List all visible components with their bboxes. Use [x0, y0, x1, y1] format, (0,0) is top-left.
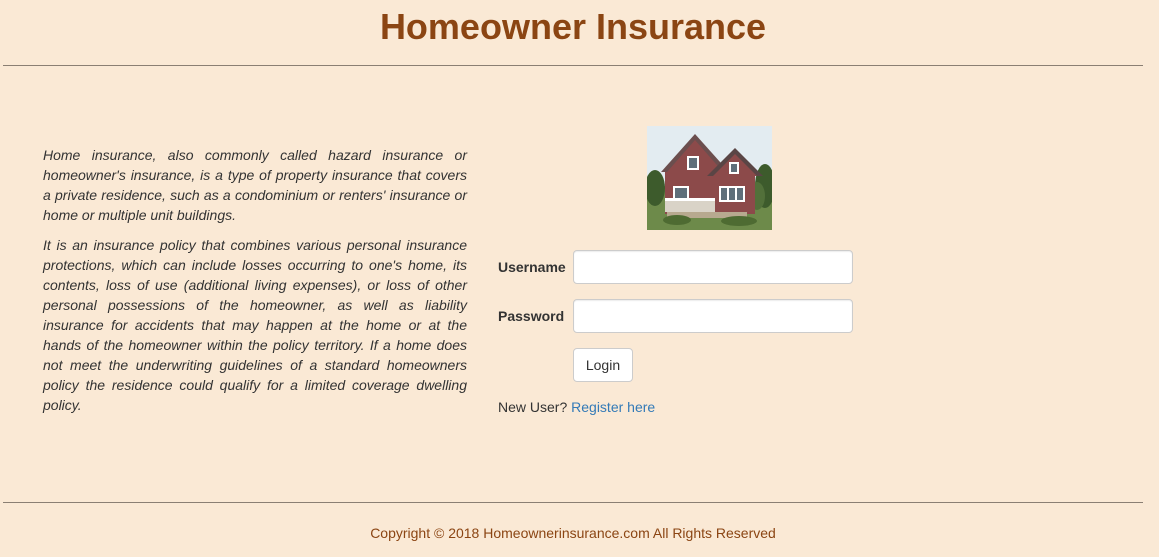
new-user-text: New User? — [498, 399, 568, 415]
description-paragraph-1: Home insurance, also commonly called haz… — [43, 147, 467, 223]
house-image — [647, 126, 772, 230]
description-paragraph-2: It is an insurance policy that combines … — [43, 237, 467, 413]
username-input[interactable] — [573, 250, 853, 284]
username-label: Username — [498, 259, 566, 275]
new-user-prompt: New User? Register here — [498, 399, 655, 415]
footer-divider — [3, 502, 1143, 503]
header-divider — [3, 65, 1143, 66]
description: Home insurance, also commonly called haz… — [43, 145, 467, 425]
login-button[interactable]: Login — [573, 348, 633, 382]
register-link[interactable]: Register here — [571, 399, 655, 415]
footer-copyright: Copyright © 2018 Homeownerinsurance.com … — [370, 525, 776, 541]
password-label: Password — [498, 308, 565, 324]
page-title: Homeowner Insurance — [379, 6, 767, 47]
page: Homeowner Insurance Home insurance, also… — [0, 0, 1159, 557]
password-input[interactable] — [573, 299, 853, 333]
